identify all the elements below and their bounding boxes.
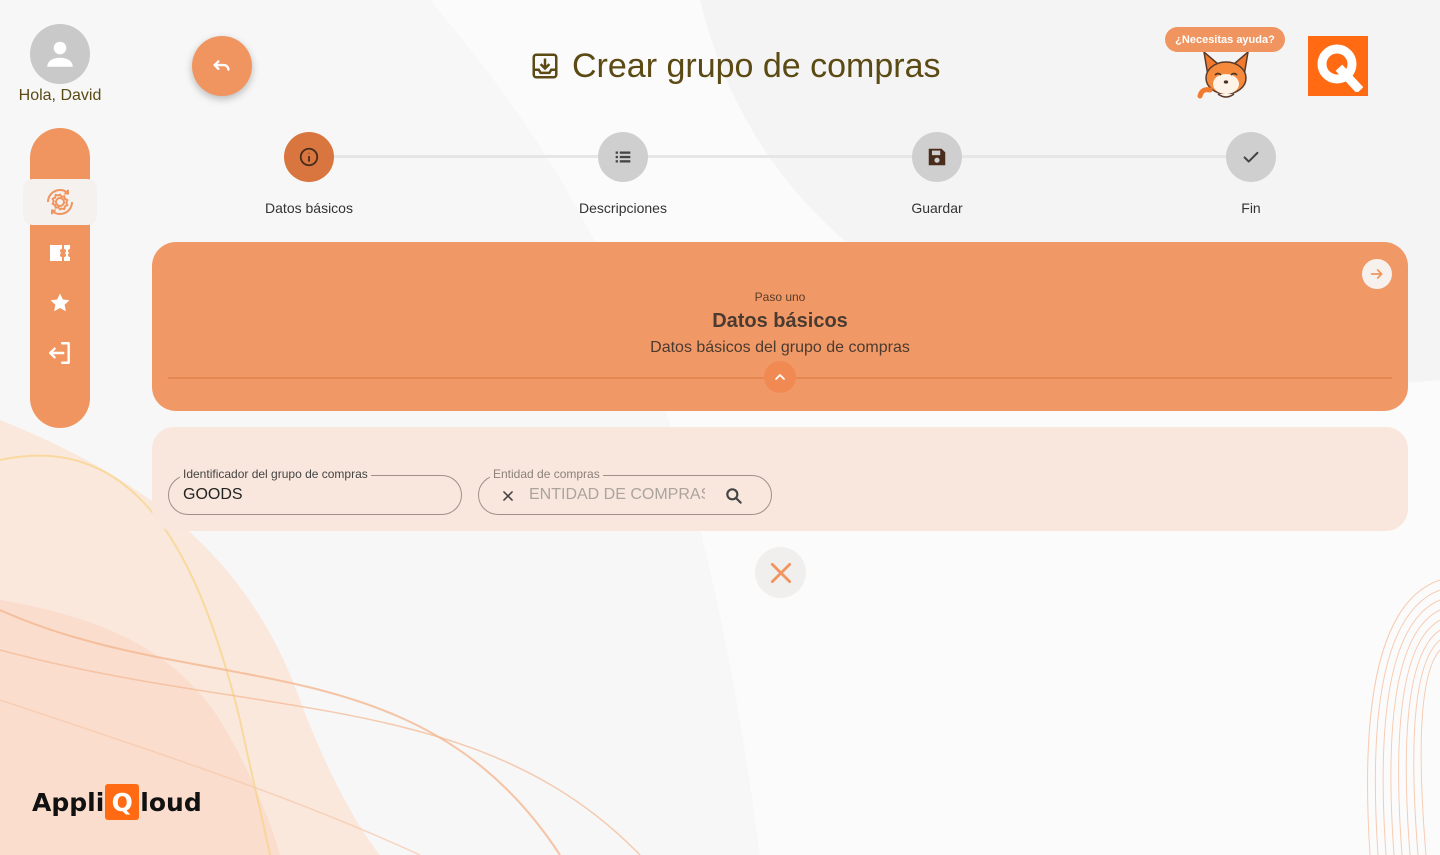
step-label: Fin bbox=[1241, 200, 1261, 216]
step-circle bbox=[912, 132, 962, 182]
save-icon bbox=[928, 148, 946, 166]
search-icon bbox=[726, 488, 742, 504]
stepper-track bbox=[309, 155, 1251, 158]
close-icon bbox=[770, 562, 791, 583]
form-card: Identificador del grupo de compras GOODS… bbox=[152, 427, 1408, 531]
clear-entity-button[interactable] bbox=[497, 485, 519, 507]
user-panel: Hola, David bbox=[10, 24, 110, 105]
step-circle bbox=[284, 132, 334, 182]
collapse-button[interactable] bbox=[764, 361, 796, 393]
user-greeting: Hola, David bbox=[18, 87, 102, 104]
step-subheading: Datos básicos del grupo de compras bbox=[650, 339, 910, 356]
step-label: Guardar bbox=[911, 200, 963, 216]
entity-field[interactable]: Entidad de compras bbox=[478, 467, 772, 515]
page-header: Crear grupo de compras bbox=[530, 44, 941, 88]
step-fin[interactable]: Fin bbox=[1171, 132, 1331, 216]
close-icon bbox=[503, 491, 513, 501]
info-icon bbox=[299, 147, 319, 167]
step-heading: Datos básicos bbox=[712, 310, 848, 332]
sidebar-item-tickets[interactable] bbox=[30, 231, 90, 275]
back-button[interactable] bbox=[192, 36, 252, 96]
help-button[interactable]: ¿Necesitas ayuda? bbox=[1165, 27, 1285, 52]
sidebar-item-processes[interactable] bbox=[23, 179, 97, 225]
avatar[interactable] bbox=[30, 24, 90, 84]
brand-q: Q bbox=[105, 784, 140, 820]
brand-suffix: loud bbox=[140, 787, 202, 817]
person-icon bbox=[47, 41, 73, 67]
logout-icon bbox=[49, 342, 70, 364]
undo-icon bbox=[213, 60, 230, 71]
next-step-button[interactable] bbox=[1362, 259, 1392, 289]
q-logo-icon bbox=[1317, 44, 1363, 92]
settings-cycle-icon bbox=[47, 189, 73, 215]
step-circle bbox=[1226, 132, 1276, 182]
save-alt-icon bbox=[532, 53, 558, 79]
step-label: Descripciones bbox=[579, 200, 667, 216]
arrow-right-icon bbox=[1370, 269, 1383, 279]
sidebar-item-logout[interactable] bbox=[30, 331, 90, 375]
step-kicker: Paso uno bbox=[754, 290, 806, 304]
cancel-button[interactable] bbox=[755, 547, 806, 598]
fox-mascot-icon[interactable] bbox=[1196, 46, 1256, 102]
step-guardar[interactable]: Guardar bbox=[857, 132, 1017, 216]
sidebar-item-favorites[interactable] bbox=[30, 281, 90, 325]
chevron-up-icon bbox=[775, 374, 785, 380]
entity-search-button[interactable] bbox=[723, 485, 745, 507]
app-logo bbox=[1308, 36, 1368, 96]
group-id-label: Identificador del grupo de compras bbox=[180, 467, 371, 481]
step-header-card: Paso uno Datos básicos Datos básicos del… bbox=[152, 242, 1408, 411]
step-circle bbox=[598, 132, 648, 182]
step-datos-basicos[interactable]: Datos básicos bbox=[229, 132, 389, 216]
star-icon bbox=[50, 293, 70, 312]
sidebar bbox=[23, 128, 97, 428]
group-id-value[interactable]: GOODS bbox=[183, 486, 243, 504]
brand-prefix: Appli bbox=[32, 787, 105, 817]
ticket-icon bbox=[50, 245, 70, 261]
entity-input[interactable] bbox=[529, 484, 705, 506]
step-label: Datos básicos bbox=[265, 200, 353, 216]
list-icon bbox=[615, 151, 631, 163]
group-id-field[interactable]: Identificador del grupo de compras GOODS bbox=[168, 467, 462, 515]
check-icon bbox=[1243, 151, 1259, 163]
step-descripciones[interactable]: Descripciones bbox=[543, 132, 703, 216]
entity-label: Entidad de compras bbox=[490, 467, 603, 481]
appliqloud-logo: Appli Qloud bbox=[32, 784, 202, 820]
page-title: Crear grupo de compras bbox=[572, 46, 941, 85]
